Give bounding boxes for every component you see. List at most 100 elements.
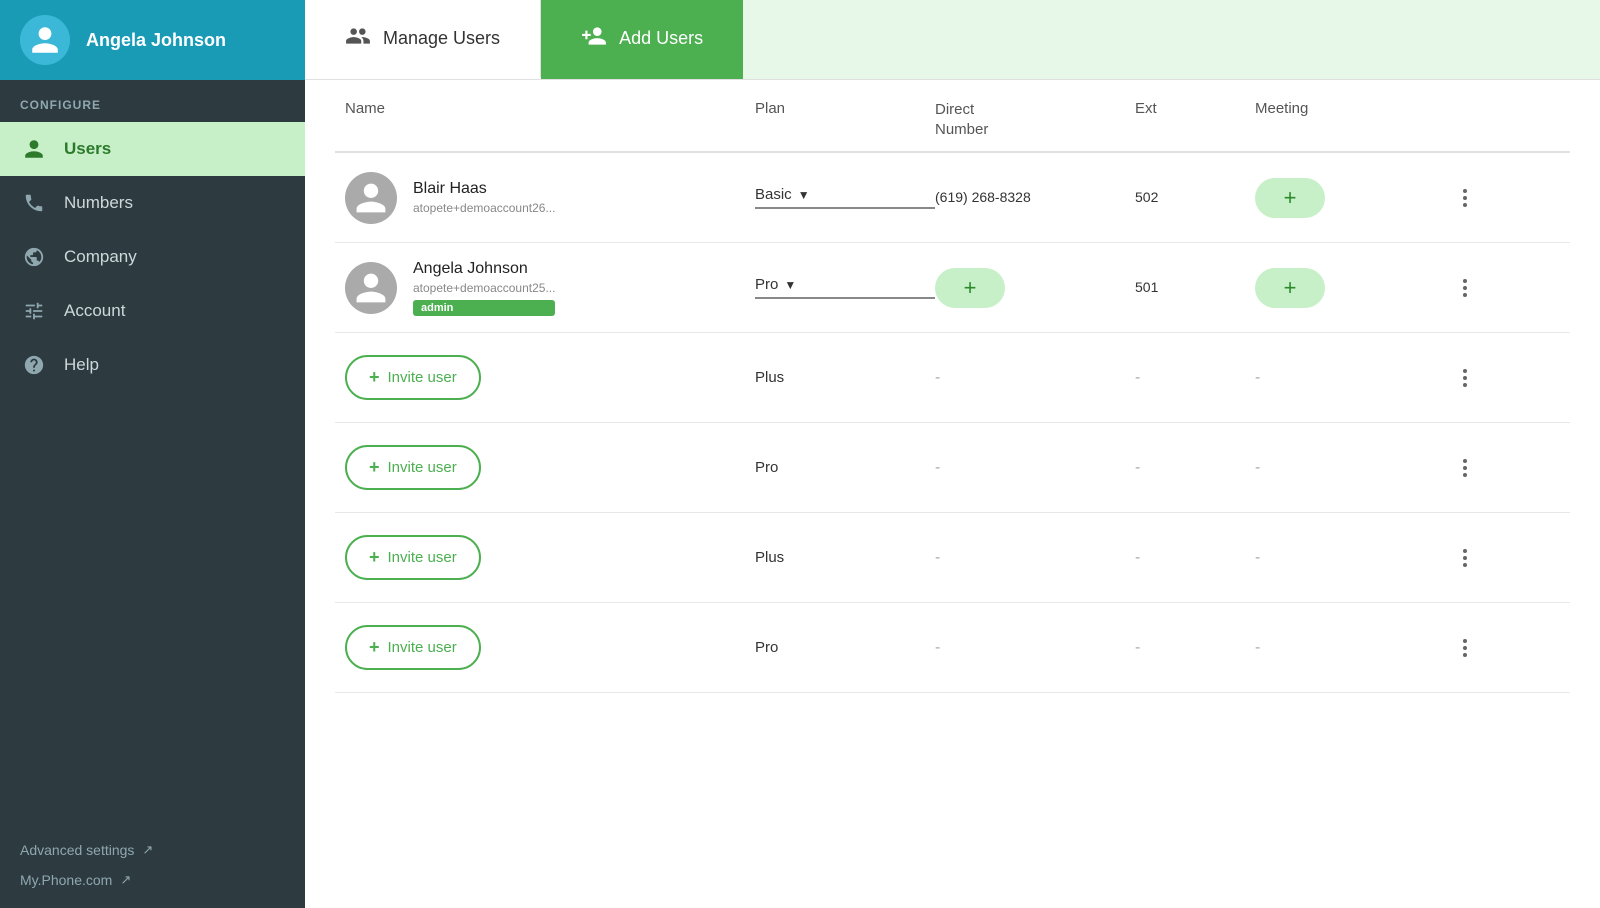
more-options-button[interactable] [1455,361,1475,395]
meeting-cell: - [1255,459,1455,477]
more-options-button[interactable] [1455,271,1475,305]
dot [1463,286,1467,290]
dot [1463,376,1467,380]
my-phone-link[interactable]: My.Phone.com ↗ [20,872,285,888]
direct-number-cell[interactable]: + [935,268,1135,308]
user-name: Angela Johnson [413,260,555,278]
tab-add-users[interactable]: Add Users [541,0,743,79]
add-meeting-button[interactable]: + [1255,178,1325,218]
invite-cell[interactable]: + Invite user [335,625,755,670]
table-row: + Invite user Plus - - - [335,513,1570,603]
add-users-label: Add Users [619,28,703,49]
invite-user-button[interactable]: + Invite user [345,445,481,490]
user-name: Blair Haas [413,180,555,198]
phone-icon [20,192,48,214]
user-cell: Angela Johnson atopete+demoaccount25... … [335,260,755,316]
sidebar-item-help-label: Help [64,355,99,375]
plan-selector[interactable]: Pro ▼ [755,276,935,299]
plan-selector[interactable]: Basic ▼ [755,186,935,209]
user-cell: Blair Haas atopete+demoaccount26... [335,172,755,224]
actions-cell[interactable] [1455,361,1515,395]
add-direct-number-button[interactable]: + [935,268,1005,308]
sidebar: Angela Johnson CONFIGURE Users Numbers C… [0,0,305,908]
dot [1463,556,1467,560]
actions-cell[interactable] [1455,451,1515,485]
sidebar-item-account[interactable]: Account [0,284,305,338]
user-info: Angela Johnson atopete+demoaccount25... … [413,260,555,316]
dropdown-arrow-icon: ▼ [784,278,796,292]
admin-badge: admin [413,300,555,316]
col-header-plan: Plan [755,100,935,139]
dot [1463,646,1467,650]
topbar-spacer [743,0,1600,79]
table-row: + Invite user Pro - - - [335,423,1570,513]
external-link-icon: ↗ [142,842,153,858]
actions-cell[interactable] [1455,271,1515,305]
advanced-settings-link[interactable]: Advanced settings ↗ [20,842,285,858]
sidebar-item-account-label: Account [64,301,125,321]
dot [1463,459,1467,463]
sidebar-item-help[interactable]: Help [0,338,305,392]
ext-value: 502 [1135,189,1158,205]
dash: - [1135,639,1140,656]
avatar [345,262,397,314]
sidebar-item-users[interactable]: Users [0,122,305,176]
meeting-cell: - [1255,639,1455,657]
dot [1463,653,1467,657]
direct-number-cell: - [935,639,1135,657]
table-row: Blair Haas atopete+demoaccount26... Basi… [335,153,1570,243]
manage-users-icon [345,23,371,54]
table-row: + Invite user Plus - - - [335,333,1570,423]
invite-user-button[interactable]: + Invite user [345,535,481,580]
dash: - [1255,639,1260,656]
plan-cell: Pro [755,459,935,477]
add-meeting-button[interactable]: + [1255,268,1325,308]
main-content: Manage Users Add Users Name Plan Direct … [305,0,1600,908]
sidebar-bottom: Advanced settings ↗ My.Phone.com ↗ [0,822,305,908]
plan-cell: Pro [755,639,935,657]
manage-users-label: Manage Users [383,28,500,49]
more-options-button[interactable] [1455,181,1475,215]
meeting-cell[interactable]: + [1255,268,1455,308]
dash: - [935,549,940,566]
dot [1463,293,1467,297]
dash: - [1255,369,1260,386]
col-header-name: Name [335,100,755,139]
sidebar-item-numbers[interactable]: Numbers [0,176,305,230]
dropdown-arrow-icon: ▼ [798,188,810,202]
ext-value: 501 [1135,279,1158,295]
invite-cell[interactable]: + Invite user [335,355,755,400]
invite-user-button[interactable]: + Invite user [345,355,481,400]
actions-cell[interactable] [1455,181,1515,215]
invite-cell[interactable]: + Invite user [335,445,755,490]
plus-icon: + [369,457,380,478]
sidebar-item-company[interactable]: Company [0,230,305,284]
invite-label: Invite user [388,549,457,566]
dash: - [1135,549,1140,566]
actions-cell[interactable] [1455,541,1515,575]
more-options-button[interactable] [1455,451,1475,485]
more-options-button[interactable] [1455,631,1475,665]
plan-cell: Basic ▼ [755,186,935,209]
tab-manage-users[interactable]: Manage Users [305,0,541,79]
ext-cell: - [1135,369,1255,387]
invite-user-button[interactable]: + Invite user [345,625,481,670]
topbar: Manage Users Add Users [305,0,1600,80]
dot [1463,466,1467,470]
dot [1463,196,1467,200]
table-row: + Invite user Pro - - - [335,603,1570,693]
user-info: Blair Haas atopete+demoaccount26... [413,180,555,215]
plan-value: Plus [755,369,784,386]
meeting-cell[interactable]: + [1255,178,1455,218]
actions-cell[interactable] [1455,631,1515,665]
invite-cell[interactable]: + Invite user [335,535,755,580]
meeting-cell: - [1255,369,1455,387]
dot [1463,383,1467,387]
globe-icon [20,246,48,268]
users-icon [20,138,48,160]
more-options-button[interactable] [1455,541,1475,575]
dash: - [1255,549,1260,566]
dash: - [1255,459,1260,476]
invite-label: Invite user [388,459,457,476]
col-header-ext: Ext [1135,100,1255,139]
